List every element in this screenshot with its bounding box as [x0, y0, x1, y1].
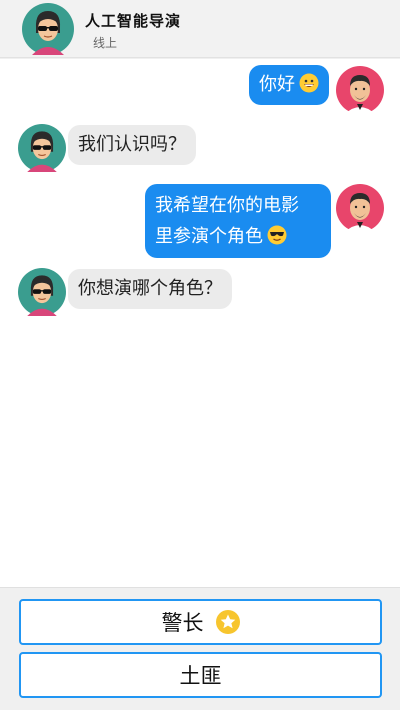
page-title: 人工智能导演 [85, 12, 182, 30]
incoming-message: 我们认识吗？ [68, 125, 196, 165]
message-text: 你好 [259, 74, 295, 95]
director-avatar-icon [18, 268, 66, 316]
user-avatar-icon [336, 184, 384, 232]
message-list[interactable]: 你好 我们认识吗？ 我希望在你的电影 里参演个角色 你想演哪个角色？ [0, 59, 400, 587]
chat-header: 人工智能导演 线上 [0, 0, 400, 58]
director-avatar-icon[interactable] [22, 3, 74, 55]
option-bandit-button[interactable]: 土匪 [19, 652, 382, 698]
outgoing-message: 我希望在你的电影 里参演个角色 [145, 184, 331, 258]
message-text: 你想演哪个角色？ [78, 278, 222, 299]
option-label: 土匪 [179, 664, 222, 688]
user-avatar-icon [336, 66, 384, 114]
status-text: 线上 [93, 36, 118, 50]
reply-options: 警长 土匪 [0, 587, 400, 710]
grinning-face-emoji [299, 73, 319, 93]
option-sheriff-button[interactable]: 警长 [19, 599, 382, 645]
star-icon [215, 610, 240, 634]
incoming-message: 你想演哪个角色？ [68, 269, 232, 309]
director-avatar-icon [18, 124, 66, 172]
message-text-line: 里参演个角色 [155, 226, 263, 247]
message-text-line: 我希望在你的电影 [155, 195, 299, 216]
outgoing-message: 你好 [249, 65, 329, 105]
option-label: 警长 [161, 611, 204, 635]
message-text: 我们认识吗？ [78, 134, 186, 155]
sunglasses-face-emoji [267, 225, 287, 245]
